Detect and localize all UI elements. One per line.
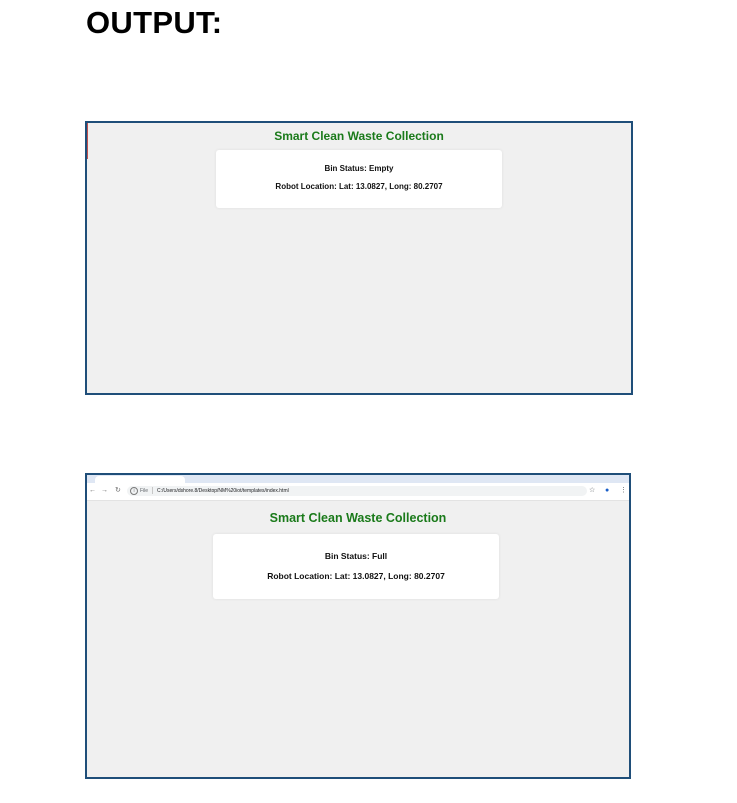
profile-icon[interactable]: ● (605, 486, 609, 496)
star-icon[interactable]: ☆ (589, 486, 595, 496)
reload-icon[interactable]: ↻ (115, 486, 121, 496)
robot-location-text: Robot Location: Lat: 13.0827, Long: 80.2… (275, 182, 443, 191)
address-bar[interactable]: i File C:/Users/dshore.8/Desktop/NM%20io… (127, 486, 587, 496)
forward-arrow-icon[interactable]: → (101, 486, 108, 496)
app-title: Smart Clean Waste Collection (274, 129, 444, 143)
output-heading: OUTPUT: (86, 5, 223, 40)
app-title: Smart Clean Waste Collection (269, 511, 447, 525)
screenshot-empty-state: Smart Clean Waste Collection Bin Status:… (85, 121, 633, 395)
browser-tab[interactable] (95, 476, 185, 483)
status-card: Bin Status: Empty Robot Location: Lat: 1… (216, 150, 502, 208)
screenshot-full-state: ← → ↻ i File C:/Users/dshore.8/Desktop/N… (85, 473, 631, 779)
browser-tab-strip (87, 475, 629, 483)
url-text[interactable]: C:/Users/dshore.8/Desktop/NM%20iot/templ… (157, 487, 289, 495)
info-icon[interactable]: i (130, 487, 138, 495)
kebab-menu-icon[interactable]: ⋮ (620, 486, 627, 496)
url-separator (152, 487, 153, 494)
status-card: Bin Status: Full Robot Location: Lat: 13… (213, 534, 499, 599)
robot-location-text: Robot Location: Lat: 13.0827, Long: 80.2… (267, 571, 445, 581)
browser-toolbar: ← → ↻ i File C:/Users/dshore.8/Desktop/N… (87, 483, 629, 501)
bin-status-text: Bin Status: Full (324, 551, 388, 561)
bin-status-text: Bin Status: Empty (324, 164, 394, 173)
back-arrow-icon[interactable]: ← (89, 486, 96, 496)
file-label: File (140, 488, 149, 494)
